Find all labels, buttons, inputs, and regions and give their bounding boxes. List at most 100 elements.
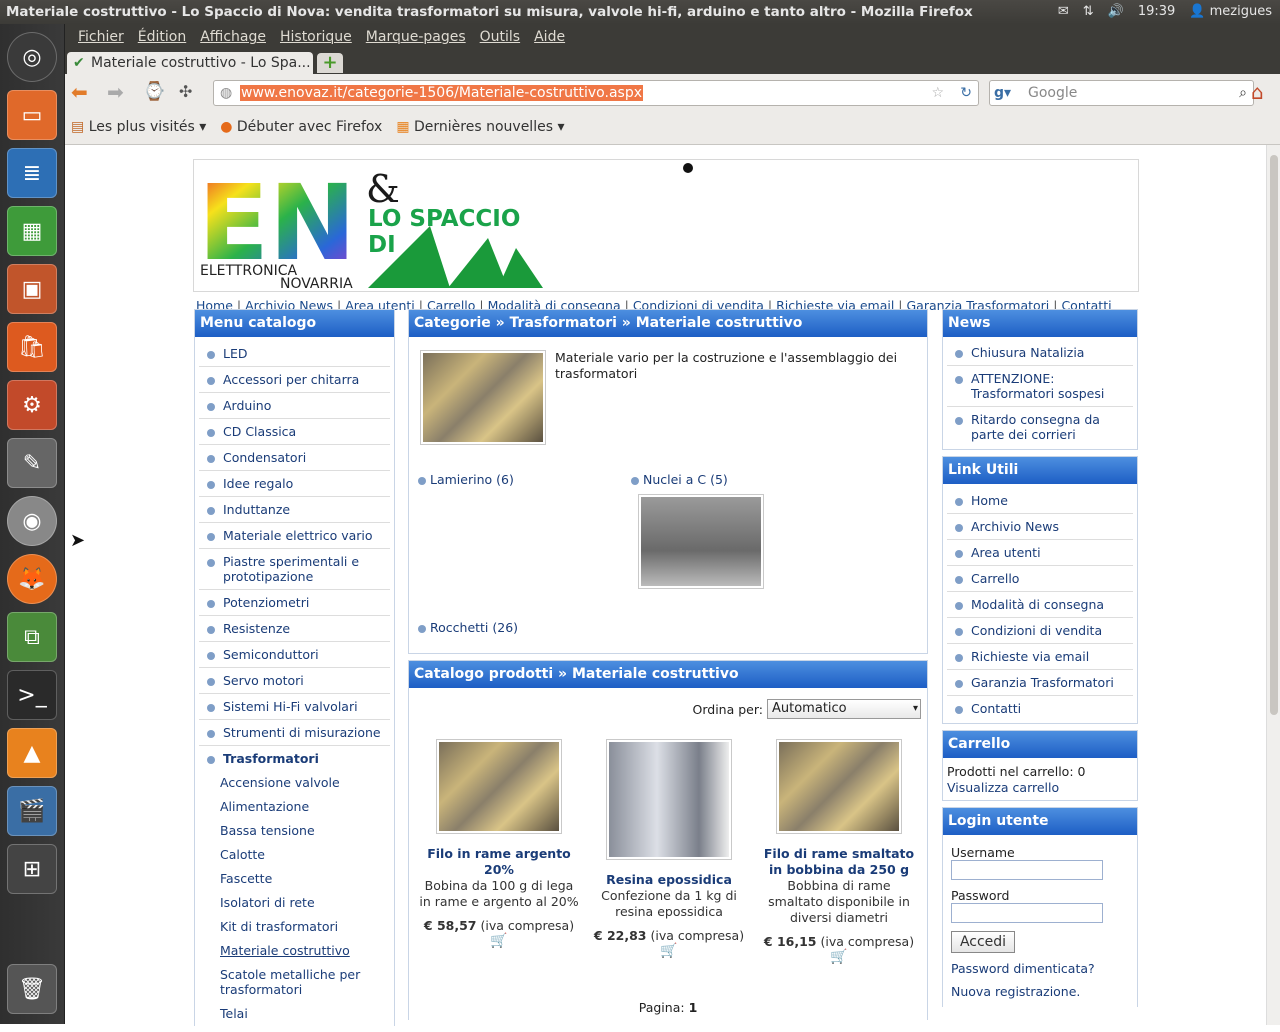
home-icon[interactable]: ⌂ [1251, 81, 1264, 103]
subcategory-fascette[interactable]: Fascette [195, 867, 394, 891]
catalog-item-trasformatori[interactable]: Trasformatori [199, 746, 390, 771]
link-condizioni-vendita[interactable]: Condizioni di vendita [947, 618, 1133, 644]
password-field[interactable] [951, 903, 1103, 923]
link-home[interactable]: Home [947, 488, 1133, 514]
subcategory-telai[interactable]: Telai [195, 1002, 394, 1026]
news-item[interactable]: ATTENZIONE: Trasformatori sospesi [947, 366, 1133, 407]
link-contatti[interactable]: Contatti [947, 696, 1133, 721]
link-richieste-email[interactable]: Richieste via email [947, 644, 1133, 670]
catalog-item-servo[interactable]: Servo motori [199, 668, 390, 694]
subcategory-isolatori[interactable]: Isolatori di rete [195, 891, 394, 915]
new-tab-button[interactable]: + [317, 53, 343, 73]
news-item[interactable]: Ritardo consegna da parte dei corrieri [947, 407, 1133, 447]
impress-icon[interactable]: ▣ [7, 264, 57, 314]
catalog-item-cd[interactable]: CD Classica [199, 419, 390, 445]
clock[interactable]: 19:39 [1138, 0, 1175, 24]
tab-active[interactable]: ✔ Materiale costruttivo - Lo Spa... [67, 52, 313, 74]
catalog-item-potenziometri[interactable]: Potenziometri [199, 590, 390, 616]
subcategory-bassa-tensione[interactable]: Bassa tensione [195, 819, 394, 843]
add-to-cart-icon[interactable]: 🛒 [655, 943, 683, 961]
catalog-item-hifi[interactable]: Sistemi Hi-Fi valvolari [199, 694, 390, 720]
network-icon[interactable]: ⇅ [1083, 0, 1094, 24]
add-to-cart-icon[interactable]: 🛒 [825, 949, 853, 967]
subcategory-materiale-costruttivo[interactable]: Materiale costruttivo [195, 939, 394, 963]
menu-aide[interactable]: Aide [527, 29, 572, 45]
url-bar[interactable]: ◍ www.enovaz.it/categorie-1506/Materiale… [213, 80, 979, 106]
forward-button[interactable]: ➡ [107, 81, 124, 103]
link-modalita-consegna[interactable]: Modalità di consegna [947, 592, 1133, 618]
catalog-item-accessori[interactable]: Accessori per chitarra [199, 367, 390, 393]
site-logo[interactable]: EN & LO SPACCIO DI ELETTRONICA NOVARRIA [198, 162, 546, 292]
vertical-scrollbar[interactable] [1266, 145, 1280, 1025]
category-image[interactable] [420, 350, 546, 445]
menu-affichage[interactable]: Affichage [193, 29, 273, 45]
register-link[interactable]: Nuova registrazione. [951, 984, 1129, 999]
product-image[interactable] [606, 739, 732, 860]
disc-icon[interactable]: ◉ [7, 496, 57, 546]
workspace-icon[interactable]: ⧉ [7, 612, 57, 662]
subcategory-kit[interactable]: Kit di trasformatori [195, 915, 394, 939]
subcategory-accensione[interactable]: Accensione valvole [195, 771, 394, 795]
files-icon[interactable]: ▭ [7, 90, 57, 140]
search-icon[interactable]: ⌕ [1239, 81, 1247, 105]
product-image[interactable] [436, 739, 562, 834]
menu-marque-pages[interactable]: Marque-pages [359, 29, 473, 45]
settings-icon[interactable]: ⚙ [7, 380, 57, 430]
subcategory-calotte[interactable]: Calotte [195, 843, 394, 867]
tools-icon[interactable]: ✎ [7, 438, 57, 488]
nuclei-image[interactable] [638, 494, 764, 589]
workspace-switcher-icon[interactable]: ⊞ [7, 844, 57, 894]
link-area-utenti[interactable]: Area utenti [947, 540, 1133, 566]
catalog-item-piastre[interactable]: Piastre sperimentali e prototipazione [199, 549, 390, 590]
menu-historique[interactable]: Historique [273, 29, 359, 45]
page-number[interactable]: 1 [689, 1000, 698, 1015]
catalog-item-induttanze[interactable]: Induttanze [199, 497, 390, 523]
scrollbar-thumb[interactable] [1270, 155, 1278, 715]
site-identity-icon[interactable]: ◍ [220, 81, 232, 105]
forgot-password-link[interactable]: Password dimenticata? [951, 961, 1129, 976]
subcategory-alimentazione[interactable]: Alimentazione [195, 795, 394, 819]
trash-icon[interactable]: 🗑 [7, 964, 57, 1014]
vlc-icon[interactable]: ▲ [7, 728, 57, 778]
product-name[interactable]: Resina epossidica [589, 872, 749, 888]
product-image[interactable] [776, 739, 902, 834]
catalog-item-arduino[interactable]: Arduino [199, 393, 390, 419]
link-garanzia[interactable]: Garanzia Trasformatori [947, 670, 1133, 696]
menu-fichier[interactable]: Fichier [71, 29, 131, 45]
catalog-item-semiconduttori[interactable]: Semiconduttori [199, 642, 390, 668]
sort-select[interactable]: Automatico ▾ [767, 699, 921, 719]
catalog-item-idee-regalo[interactable]: Idee regalo [199, 471, 390, 497]
software-center-icon[interactable]: 🛍 [7, 322, 57, 372]
calc-icon[interactable]: ▦ [7, 206, 57, 256]
search-engine-icon[interactable]: g▾ [994, 81, 1011, 105]
bookmark-star-icon[interactable]: ☆ [931, 81, 944, 105]
subcat-rocchetti[interactable]: Rocchetti (26) [418, 620, 518, 635]
add-to-cart-icon[interactable]: 🛒 [485, 933, 513, 951]
bookmark-latest-news[interactable]: ▦ Dernières nouvelles ▾ [396, 119, 564, 135]
terminal-icon[interactable]: >_ [7, 670, 57, 720]
ubuntu-logo-icon[interactable]: ◎ [7, 32, 57, 82]
catalog-item-condensatori[interactable]: Condensatori [199, 445, 390, 471]
link-archivio-news[interactable]: Archivio News [947, 514, 1133, 540]
search-bar[interactable]: g▾ Google ⌕ [989, 80, 1254, 106]
view-cart-link[interactable]: Visualizza carrello [947, 780, 1133, 796]
bookmark-getting-started[interactable]: ● Débuter avec Firefox [220, 119, 382, 135]
history-icon[interactable]: ⌚ [143, 81, 165, 103]
menu-edition[interactable]: Édition [131, 29, 193, 45]
volume-icon[interactable]: 🔊 [1108, 0, 1124, 24]
subcategory-scatole[interactable]: Scatole metalliche per trasformatori [195, 963, 394, 1002]
product-name[interactable]: Filo di rame smaltato in bobbina da 250 … [759, 846, 919, 878]
login-button[interactable]: Accedi [951, 931, 1015, 953]
mail-icon[interactable]: ✉ [1058, 0, 1069, 24]
catalog-item-materiale-elettrico[interactable]: Materiale elettrico vario [199, 523, 390, 549]
back-button[interactable]: ⬅ [71, 81, 88, 103]
menu-outils[interactable]: Outils [473, 29, 527, 45]
product-name[interactable]: Filo in rame argento 20% [419, 846, 579, 878]
subcat-nuclei[interactable]: Nuclei a C (5) [631, 472, 728, 487]
username-field[interactable] [951, 860, 1103, 880]
writer-icon[interactable]: ≣ [7, 148, 57, 198]
addon-icon[interactable]: ✣ [179, 81, 192, 103]
user-menu[interactable]: 👤 mezigues [1189, 0, 1272, 24]
reload-icon[interactable]: ↻ [960, 81, 972, 105]
firefox-icon[interactable]: 🦊 [7, 554, 57, 604]
